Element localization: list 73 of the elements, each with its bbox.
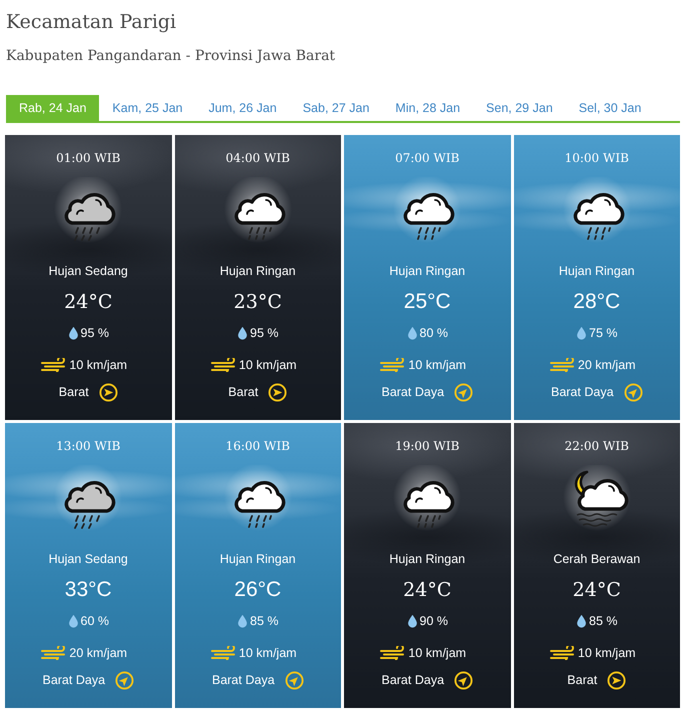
day-tab[interactable]: Min, 28 Jan bbox=[382, 95, 474, 121]
water-drop-icon bbox=[406, 326, 418, 340]
temperature: 24°C bbox=[64, 290, 112, 314]
wind-speed: 20 km/jam bbox=[69, 645, 128, 661]
forecast-time: 01:00 WIB bbox=[56, 150, 120, 166]
day-tab[interactable]: Rab, 24 Jan bbox=[6, 95, 100, 121]
location-subtitle: Kabupaten Pangandaran - Provinsi Jawa Barat bbox=[6, 47, 336, 66]
wind-speed: 10 km/jam bbox=[408, 357, 466, 373]
temperature: 33°C bbox=[64, 578, 112, 602]
humidity-value: 85 % bbox=[250, 613, 278, 629]
weather-condition: Cerah Berawan bbox=[553, 551, 640, 567]
weather-condition: Hujan Ringan bbox=[220, 551, 296, 567]
wind-icon bbox=[41, 358, 68, 372]
temperature: 24°C bbox=[572, 578, 621, 602]
forecast-time: 22:00 WIB bbox=[564, 438, 629, 454]
wind-speed: 10 km/jam bbox=[238, 645, 297, 661]
day-tab[interactable]: Sab, 27 Jan bbox=[290, 95, 382, 121]
wind-direction: Barat Daya bbox=[550, 384, 614, 400]
water-drop-icon bbox=[576, 614, 587, 628]
temperature: 26°C bbox=[234, 578, 282, 602]
humidity-value: 85 % bbox=[589, 613, 618, 629]
day-tab[interactable]: Sen, 29 Jan bbox=[473, 95, 566, 121]
weather-condition: Hujan Ringan bbox=[558, 263, 635, 279]
water-drop-icon bbox=[237, 614, 248, 628]
weather-condition: Hujan Ringan bbox=[389, 551, 466, 567]
forecast-time: 10:00 WIB bbox=[564, 150, 629, 166]
wind-icon bbox=[550, 646, 576, 660]
wind-speed: 10 km/jam bbox=[578, 645, 636, 661]
wind-direction: Barat bbox=[228, 384, 258, 400]
wind-direction: Barat Daya bbox=[381, 672, 444, 688]
wind-icon bbox=[41, 646, 68, 660]
wind-icon bbox=[380, 646, 406, 660]
humidity-value: 60 % bbox=[80, 613, 109, 629]
water-drop-icon bbox=[68, 326, 78, 340]
wind-icon bbox=[210, 646, 237, 660]
weather-condition: Hujan Sedang bbox=[48, 551, 128, 567]
forecast-time: 16:00 WIB bbox=[226, 438, 290, 454]
wind-speed: 10 km/jam bbox=[408, 645, 466, 661]
water-drop-icon bbox=[68, 614, 78, 628]
forecast-time: 07:00 WIB bbox=[395, 150, 460, 166]
water-drop-icon bbox=[406, 614, 418, 628]
wind-direction: Barat Daya bbox=[381, 384, 444, 400]
wind-direction: Barat bbox=[58, 384, 89, 400]
weather-condition: Hujan Ringan bbox=[220, 263, 296, 279]
water-drop-icon bbox=[576, 326, 587, 340]
forecast-time: 04:00 WIB bbox=[226, 150, 290, 166]
weather-condition: Hujan Ringan bbox=[389, 263, 466, 279]
weather-condition: Hujan Sedang bbox=[48, 263, 128, 279]
forecast-time: 19:00 WIB bbox=[395, 438, 460, 454]
humidity-value: 80 % bbox=[420, 325, 448, 341]
forecast-time: 13:00 WIB bbox=[56, 438, 120, 454]
temperature: 23°C bbox=[234, 290, 282, 314]
humidity-value: 95 % bbox=[80, 325, 109, 341]
day-tab[interactable]: Jum, 26 Jan bbox=[196, 95, 290, 121]
location-title: Kecamatan Parigi bbox=[6, 10, 176, 35]
humidity-value: 75 % bbox=[589, 325, 618, 341]
day-tab[interactable]: Kam, 25 Jan bbox=[99, 95, 196, 121]
day-tab[interactable]: Sel, 30 Jan bbox=[566, 95, 654, 121]
temperature: 25°C bbox=[404, 290, 451, 314]
humidity-value: 90 % bbox=[420, 613, 448, 629]
water-drop-icon bbox=[237, 326, 248, 340]
humidity-value: 95 % bbox=[250, 325, 278, 341]
wind-icon bbox=[550, 358, 576, 372]
wind-speed: 20 km/jam bbox=[578, 357, 636, 373]
wind-direction: Barat bbox=[567, 672, 598, 688]
temperature: 24°C bbox=[403, 578, 452, 602]
wind-direction: Barat Daya bbox=[212, 672, 275, 688]
wind-speed: 10 km/jam bbox=[69, 357, 128, 373]
wind-direction: Barat Daya bbox=[42, 672, 106, 688]
wind-speed: 10 km/jam bbox=[238, 357, 297, 373]
wind-icon bbox=[210, 358, 237, 372]
temperature: 28°C bbox=[573, 290, 620, 314]
wind-icon bbox=[380, 358, 406, 372]
